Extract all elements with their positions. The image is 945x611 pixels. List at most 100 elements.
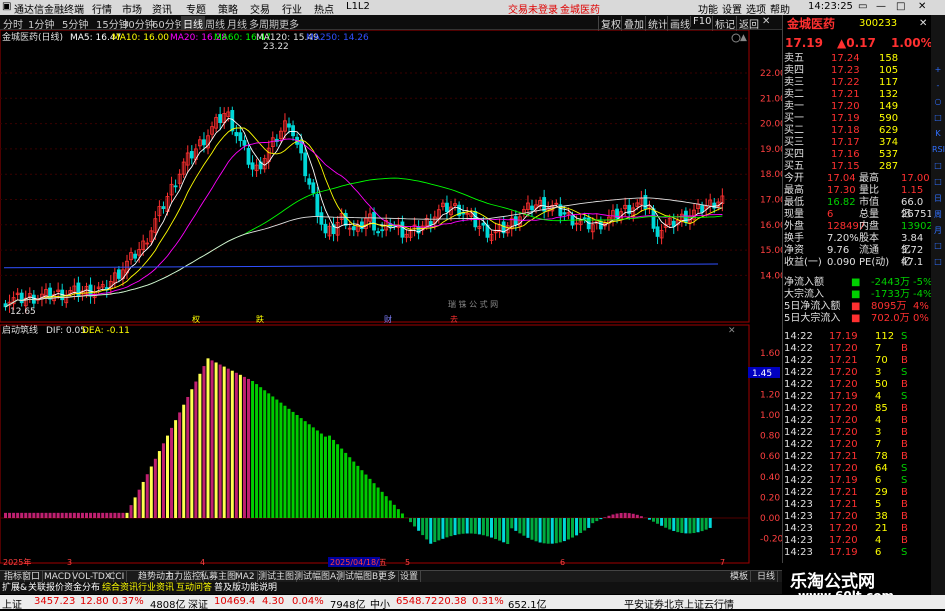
- maximize-icon[interactable]: □: [896, 1, 905, 12]
- menu-l1l2[interactable]: L1L2: [346, 1, 370, 12]
- tick-row[interactable]: 14:2317.196S: [783, 547, 932, 559]
- f10-button[interactable]: F10: [690, 16, 711, 27]
- index-quote[interactable]: 4.30: [262, 596, 284, 607]
- statistics-button[interactable]: 统计: [645, 16, 668, 31]
- tick-row[interactable]: 14:2217.207B: [783, 439, 932, 451]
- period-tab-30m[interactable]: 30分钟: [122, 16, 155, 31]
- info-tab[interactable]: 资金分布: [64, 582, 100, 594]
- tick-side: B: [901, 511, 908, 523]
- collapse-icon[interactable]: ▲: [740, 33, 747, 43]
- index-quote[interactable]: 20.38: [438, 596, 467, 607]
- menu-market[interactable]: 市场: [122, 1, 142, 16]
- overlay-button[interactable]: 叠加: [621, 16, 644, 31]
- toolstrip-icon[interactable]: □: [932, 241, 944, 250]
- toolstrip-icon[interactable]: -: [932, 81, 944, 90]
- menu-quote[interactable]: 行情: [92, 1, 112, 16]
- period-tab-intraday[interactable]: 分时: [3, 16, 23, 31]
- menu-strategy[interactable]: 策略: [218, 1, 238, 16]
- tick-volume: 6: [875, 547, 881, 559]
- index-quote[interactable]: 0.31%: [472, 596, 504, 607]
- toolstrip-icon[interactable]: +: [932, 65, 944, 74]
- menu-function[interactable]: 功能: [698, 1, 718, 16]
- period-tab-daily[interactable]: 日线: [181, 16, 205, 31]
- info-tab[interactable]: 综合资讯: [102, 582, 138, 594]
- login-status[interactable]: 交易未登录: [508, 1, 558, 16]
- tick-row[interactable]: 14:2317.2021B: [783, 523, 932, 535]
- period-tab-5m[interactable]: 5分钟: [62, 16, 88, 31]
- menu-hot[interactable]: 热点: [314, 1, 334, 16]
- menu-news[interactable]: 资讯: [152, 1, 172, 16]
- toolstrip-icon[interactable]: □: [932, 177, 944, 186]
- period-tab-weekly[interactable]: 周线: [205, 16, 225, 31]
- tick-row[interactable]: 14:2217.203B: [783, 427, 932, 439]
- menu-help[interactable]: 帮助: [770, 1, 790, 16]
- index-quote[interactable]: 12.80: [80, 596, 109, 607]
- tick-row[interactable]: 14:2217.204B: [783, 415, 932, 427]
- tick-row[interactable]: 14:2217.196S: [783, 475, 932, 487]
- toolstrip-icon[interactable]: 月: [932, 225, 944, 236]
- info-tab[interactable]: 普及版功能说明: [214, 582, 277, 594]
- event-marker[interactable]: 跌: [256, 314, 264, 324]
- event-marker[interactable]: 去: [450, 314, 458, 324]
- period-tab-1m[interactable]: 1分钟: [28, 16, 54, 31]
- sub-chart-close-icon[interactable]: ✕: [728, 326, 736, 336]
- close-icon[interactable]: ✕: [762, 16, 770, 27]
- kline-chart[interactable]: 22.0021.0020.0019.0018.0017.0016.0015.00…: [0, 30, 782, 570]
- menu-topic[interactable]: 专题: [186, 1, 206, 16]
- back-button[interactable]: 返回: [736, 16, 759, 31]
- mark-button[interactable]: 标记: [712, 16, 735, 31]
- ma250-line: [4, 264, 718, 268]
- close-icon[interactable]: ✕: [918, 1, 926, 12]
- panel-close-icon[interactable]: ✕: [919, 18, 927, 30]
- menu-settings[interactable]: 设置: [722, 1, 742, 16]
- tick-row[interactable]: 14:2217.2129B: [783, 487, 932, 499]
- tick-row[interactable]: 14:2217.203S: [783, 367, 932, 379]
- macd-bar: [555, 518, 558, 543]
- restore-right-button[interactable]: 复权: [598, 16, 621, 31]
- period-tab-more[interactable]: 更多: [279, 16, 299, 31]
- toolstrip-icon[interactable]: □: [932, 161, 944, 170]
- info-tab[interactable]: 关联报价: [28, 582, 64, 594]
- event-marker[interactable]: 权: [192, 314, 200, 324]
- macd-bar: [166, 436, 169, 518]
- tick-row[interactable]: 14:2217.19112S: [783, 331, 932, 343]
- toolstrip-icon[interactable]: □: [932, 113, 944, 122]
- info-tab[interactable]: 互动问答: [176, 582, 212, 594]
- tick-row[interactable]: 14:2217.194S: [783, 391, 932, 403]
- tick-time: 14:22: [784, 463, 813, 475]
- tick-row[interactable]: 14:2217.2064S: [783, 463, 932, 475]
- info-tab[interactable]: 扩展&: [2, 582, 27, 594]
- period-tab-multi[interactable]: 多周期: [249, 16, 279, 31]
- period-tab-monthly[interactable]: 月线: [227, 16, 247, 31]
- tick-row[interactable]: 14:2317.215B: [783, 499, 932, 511]
- draw-line-button[interactable]: 画线: [667, 16, 690, 31]
- menu-trade[interactable]: 交易: [250, 1, 270, 16]
- toolstrip-icon[interactable]: □: [932, 257, 944, 266]
- event-marker[interactable]: 财: [384, 314, 392, 324]
- menu-options[interactable]: 选项: [746, 1, 766, 16]
- tick-row[interactable]: 14:2317.204B: [783, 535, 932, 547]
- settings-gear-icon[interactable]: [732, 34, 740, 42]
- toolstrip-icon[interactable]: K: [932, 129, 944, 138]
- info-tab[interactable]: 行业资讯: [138, 582, 174, 594]
- toolstrip-icon[interactable]: ○: [932, 97, 944, 106]
- index-quote[interactable]: 3457.23: [34, 596, 75, 607]
- period-tab-60m[interactable]: 60分钟: [152, 16, 185, 31]
- tick-row[interactable]: 14:2217.207B: [783, 343, 932, 355]
- index-quote[interactable]: 6548.72: [396, 596, 437, 607]
- toolstrip-icon[interactable]: 日: [932, 193, 944, 204]
- toolstrip-icon[interactable]: 周: [932, 209, 944, 220]
- tick-row[interactable]: 14:2217.2178B: [783, 451, 932, 463]
- tick-row[interactable]: 14:2217.2170B: [783, 355, 932, 367]
- macd-bar: [198, 374, 201, 518]
- menu-industry[interactable]: 行业: [282, 1, 302, 16]
- minimize-icon[interactable]: —: [876, 1, 886, 12]
- tick-row[interactable]: 14:2317.2038B: [783, 511, 932, 523]
- tick-row[interactable]: 14:2217.2085B: [783, 403, 932, 415]
- toolstrip-icon[interactable]: RSI: [932, 145, 944, 154]
- tick-row[interactable]: 14:2217.2050B: [783, 379, 932, 391]
- window-icon[interactable]: ▭: [858, 1, 867, 12]
- index-quote[interactable]: 0.37%: [112, 596, 144, 607]
- index-quote[interactable]: 10469.4: [214, 596, 255, 607]
- index-quote[interactable]: 0.04%: [292, 596, 324, 607]
